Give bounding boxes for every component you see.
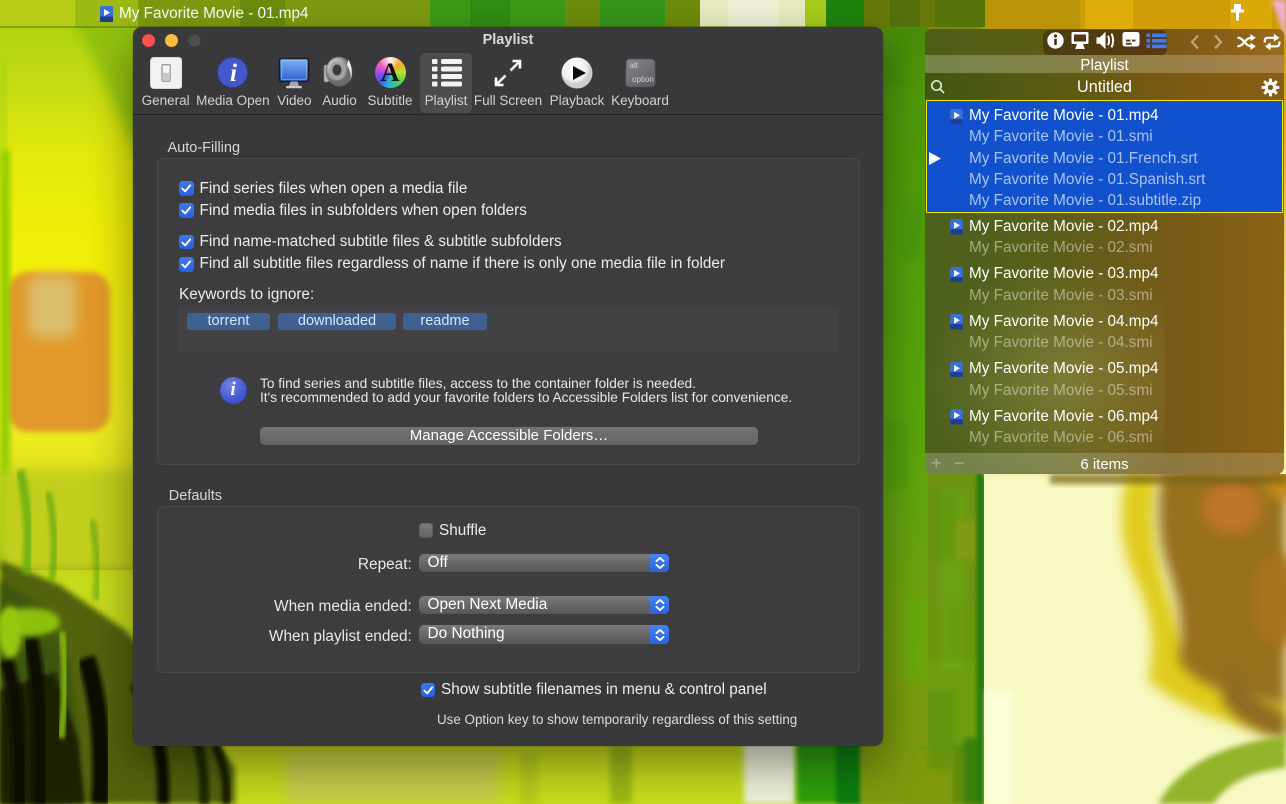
svg-text:alt: alt xyxy=(629,61,638,70)
svg-text:i: i xyxy=(230,60,237,87)
svg-text:option: option xyxy=(632,75,654,84)
